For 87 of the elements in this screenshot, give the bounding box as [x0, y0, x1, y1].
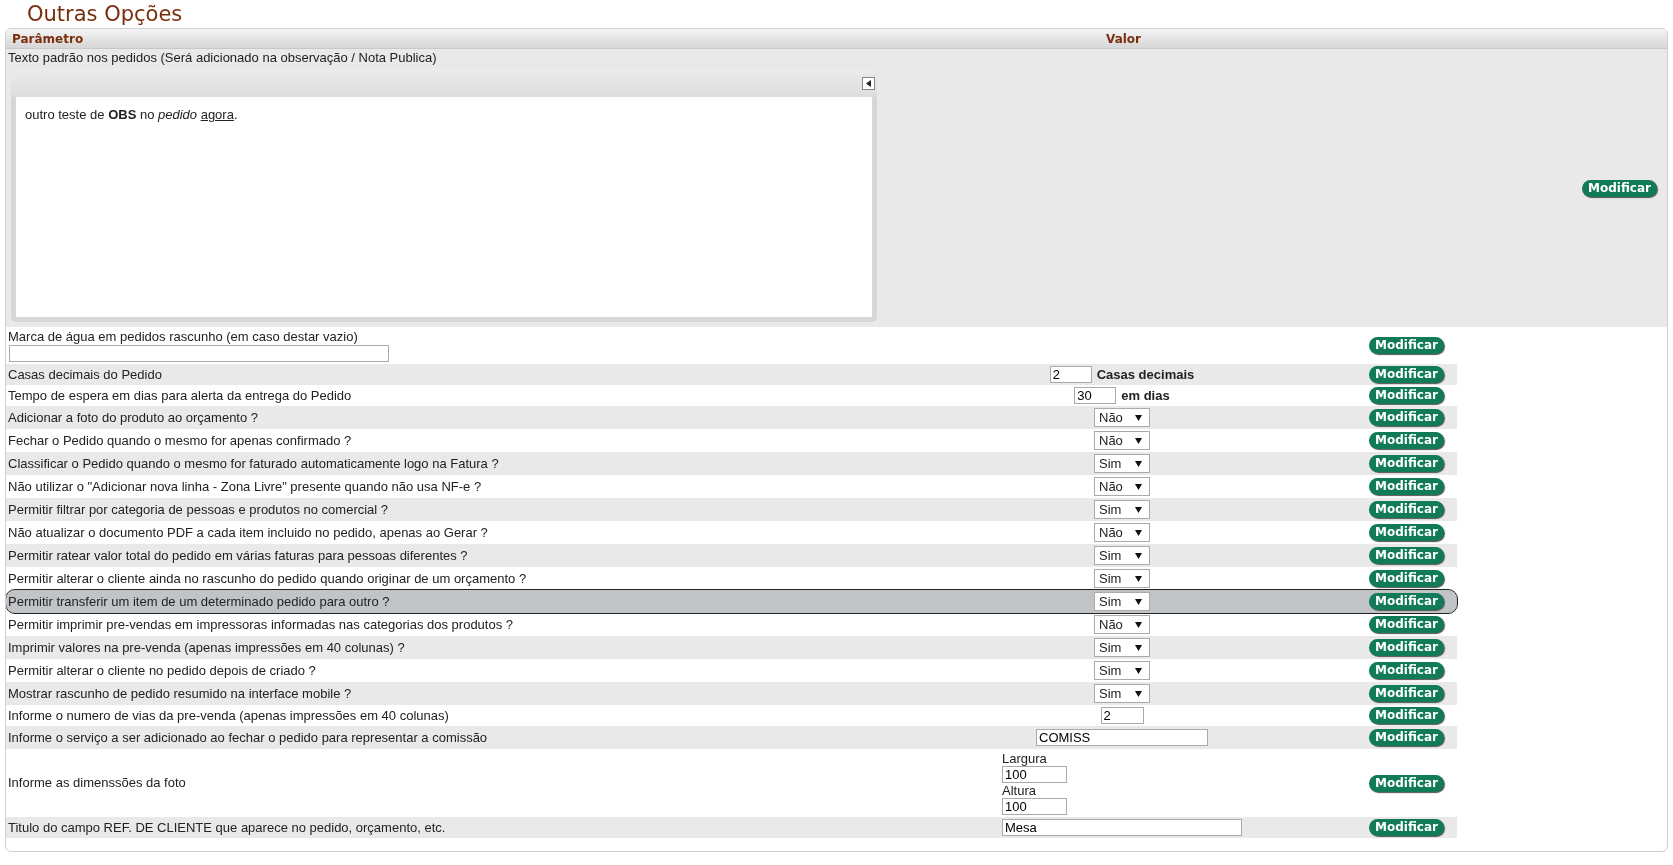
parameter-label: Permitir transferir um item de um determinado pedido para outro ?: [8, 593, 391, 610]
parameter-label: Tempo de espera em dias para alerta da entrega do Pedido: [8, 387, 353, 404]
dropdown[interactable]: Sim: [1094, 569, 1150, 588]
dropdown[interactable]: Não: [1094, 408, 1150, 427]
modify-button[interactable]: Modificar: [1369, 616, 1444, 633]
modify-button[interactable]: Modificar: [1369, 501, 1444, 518]
parameter-label: Não atualizar o documento PDF a cada item incluido no pedido, apenas ao Gerar ?: [8, 524, 489, 541]
parameter-label: Marca de água em pedidos rascunho (em caso destar vazio): [8, 329, 359, 345]
dropdown[interactable]: Sim: [1094, 684, 1150, 703]
caret-icon: [1135, 575, 1142, 582]
modify-button[interactable]: Modificar: [1369, 432, 1444, 449]
dropdown[interactable]: Sim: [1094, 454, 1150, 473]
dropdown[interactable]: Sim: [1094, 592, 1150, 611]
parameter-label: Permitir imprimir pre-vendas em impressoras informadas nas categorias dos produtos ?: [8, 616, 515, 633]
dropdown[interactable]: Não: [1094, 431, 1150, 450]
parameter-label: Casas decimais do Pedido: [8, 366, 163, 383]
parameter-label: Permitir alterar o cliente ainda no rascunho do pedido quando originar de um orçamento ?: [8, 570, 528, 587]
caret-icon: [1135, 460, 1142, 467]
modify-button[interactable]: Modificar: [1369, 707, 1444, 724]
modify-button[interactable]: Modificar: [1369, 337, 1444, 354]
text-editor[interactable]: outro teste de OBS no pedido agora.: [11, 69, 877, 322]
unit-label: em dias: [1121, 386, 1170, 405]
parameter-label: Texto padrão nos pedidos (Será adicionado na observação / Nota Publica): [8, 50, 438, 66]
caret-icon: [1135, 644, 1142, 651]
modify-button[interactable]: Modificar: [1369, 455, 1444, 472]
dropdown[interactable]: Sim: [1094, 546, 1150, 565]
dropdown[interactable]: Sim: [1094, 661, 1150, 680]
parameter-label: Classificar o Pedido quando o mesmo for faturado automaticamente logo na Fatura ?: [8, 455, 500, 472]
caret-icon: [1135, 598, 1142, 605]
modify-button[interactable]: Modificar: [1369, 547, 1444, 564]
modify-button[interactable]: Modificar: [1369, 409, 1444, 426]
parameter-label: Informe o serviço a ser adicionado ao fechar o pedido para representar a comissão: [8, 729, 489, 746]
modify-button[interactable]: Modificar: [1369, 685, 1444, 702]
parameter-label: Permitir ratear valor total do pedido em várias faturas para pessoas diferentes ?: [8, 547, 469, 564]
modify-button[interactable]: Modificar: [1369, 662, 1444, 679]
input-field[interactable]: 2: [1049, 366, 1092, 383]
input-field[interactable]: 100: [1002, 766, 1067, 783]
dropdown[interactable]: Não: [1094, 477, 1150, 496]
caret-icon: [1135, 437, 1142, 444]
caret-icon: [1135, 414, 1142, 421]
caret-icon: [1135, 506, 1142, 513]
caret-icon: [1135, 667, 1142, 674]
collapse-button[interactable]: [862, 76, 875, 90]
modify-button[interactable]: Modificar: [1369, 524, 1444, 541]
input-field[interactable]: 2: [1100, 707, 1144, 724]
parameter-label: Fechar o Pedido quando o mesmo for apenas confirmado ?: [8, 432, 353, 449]
dropdown[interactable]: Não: [1094, 615, 1150, 634]
input-field[interactable]: Mesa: [1002, 819, 1242, 836]
input-field[interactable]: 30: [1074, 387, 1117, 404]
modify-button[interactable]: Modificar: [1369, 366, 1444, 383]
modify-button[interactable]: Modificar: [1582, 179, 1657, 197]
caret-icon: [1135, 529, 1142, 536]
parameter-label: Permitir alterar o cliente no pedido depois de criado ?: [8, 662, 317, 679]
field-label: Largura: [1002, 751, 1047, 766]
modify-button[interactable]: Modificar: [1369, 570, 1444, 587]
dropdown[interactable]: Sim: [1094, 638, 1150, 657]
caret-icon: [1135, 552, 1142, 559]
modify-button[interactable]: Modificar: [1369, 478, 1444, 495]
page-title: Outras Opções: [26, 1, 184, 28]
field-label: Altura: [1002, 783, 1036, 798]
parameter-label: Titulo do campo REF. DE CLIENTE que aparece no pedido, orçamento, etc.: [8, 819, 447, 836]
modify-button[interactable]: Modificar: [1369, 819, 1444, 836]
parameter-label: Mostrar rascunho de pedido resumido na interface mobile ?: [8, 685, 353, 702]
input-field[interactable]: [9, 345, 389, 362]
modify-button[interactable]: Modificar: [1369, 387, 1444, 404]
editor-text: outro teste de OBS no pedido agora.: [25, 106, 239, 124]
caret-icon: [1135, 690, 1142, 697]
input-field[interactable]: 100: [1002, 798, 1067, 815]
caret-icon: [1135, 621, 1142, 628]
column-header: Parâmetro: [11, 30, 85, 48]
modify-button[interactable]: Modificar: [1369, 639, 1444, 656]
modify-button[interactable]: Modificar: [1369, 774, 1444, 792]
parameter-label: Informe as dimenssões da foto: [8, 775, 187, 791]
parameter-label: Informe o numero de vias da pre-venda (apenas impressões em 40 colunas): [8, 707, 450, 724]
modify-button[interactable]: Modificar: [1369, 729, 1444, 746]
input-field[interactable]: COMISS: [1036, 729, 1208, 746]
parameter-label: Permitir filtrar por categoria de pessoas e produtos no comercial ?: [8, 501, 390, 518]
parameter-label: Não utilizar o "Adicionar nova linha - Zona Livre" presente quando não usa NF-e ?: [8, 478, 483, 495]
parameter-label: Imprimir valores na pre-venda (apenas impressões em 40 colunas) ?: [8, 639, 406, 656]
triangle-left-icon: [866, 79, 871, 87]
modify-button[interactable]: Modificar: [1369, 593, 1444, 610]
parameter-label: Adicionar a foto do produto ao orçamento ?: [8, 409, 260, 426]
dropdown[interactable]: Não: [1094, 523, 1150, 542]
caret-icon: [1135, 483, 1142, 490]
dropdown[interactable]: Sim: [1094, 500, 1150, 519]
unit-label: Casas decimais: [1096, 365, 1195, 384]
column-header: Valor: [1106, 30, 1141, 48]
